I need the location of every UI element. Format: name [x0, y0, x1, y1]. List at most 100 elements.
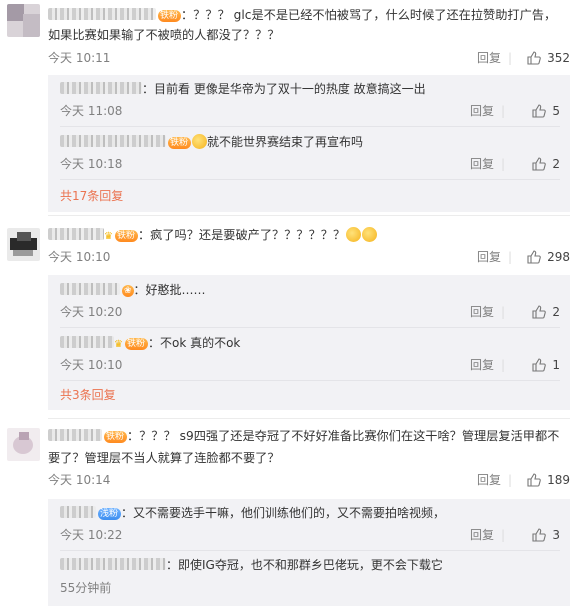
reply-meta: 今天 10:18 回复 | 2 [60, 155, 560, 173]
username[interactable] [60, 336, 114, 348]
reply-button[interactable]: 回复 [477, 49, 501, 67]
comment-separator [48, 215, 570, 216]
fan-badge: 浅粉 [98, 508, 122, 520]
reply-button[interactable]: 回复 [470, 303, 494, 321]
divider [60, 179, 560, 180]
timestamp: 55分钟前 [60, 581, 112, 595]
fan-badge: 铁粉 [158, 10, 182, 22]
comment-meta: 今天 10:11 回复 | 352 [48, 49, 570, 67]
timestamp: 今天 10:18 [60, 157, 123, 171]
fan-badge: 铁粉 [124, 338, 148, 350]
like-count: 5 [552, 104, 560, 118]
like-count: 352 [547, 51, 570, 65]
reply-meta: 今天 10:22 回复 | 3 [60, 526, 560, 544]
like-button[interactable]: 189 [527, 471, 570, 489]
like-count: 189 [547, 473, 570, 487]
divider [60, 550, 560, 551]
reply-button[interactable]: 回复 [470, 102, 494, 120]
reply-button[interactable]: 回复 [470, 356, 494, 374]
fan-badge: 铁粉 [104, 431, 128, 443]
fan-badge: 铁粉 [168, 137, 192, 149]
avatar[interactable] [7, 428, 40, 461]
avatar[interactable] [7, 4, 40, 37]
separator: | [507, 51, 512, 65]
like-count: 2 [552, 157, 560, 171]
emoji-icon [346, 227, 362, 242]
separator: | [500, 157, 505, 171]
username[interactable] [60, 283, 120, 295]
thumbs-up-icon [532, 358, 547, 372]
fan-badge: 铁粉 [114, 230, 138, 242]
reply-text: ❀ ：好憨批…… [60, 281, 560, 299]
comment: 铁粉：？？？ glc是不是已经不怕被骂了，什么时候了还在拉赞助打广告， 如果比赛… [0, 0, 578, 212]
username[interactable] [48, 228, 104, 240]
avatar[interactable] [7, 228, 40, 261]
comment-text-continued: 如果比赛如果输了不被喷的人都没了？？？ [48, 28, 280, 42]
reply-button[interactable]: 回复 [477, 248, 501, 266]
emoji-icon [362, 227, 378, 242]
thumbs-up-icon [532, 528, 547, 542]
comment-text: ♛ 铁粉 ：疯了吗？还是要破产了？？？？？？ [48, 226, 570, 246]
crown-icon: ♛ [114, 339, 123, 350]
username[interactable] [48, 8, 156, 20]
more-replies-link[interactable]: 共3条回复 [60, 386, 116, 404]
thumbs-up-icon [532, 104, 547, 118]
comment-separator [48, 418, 570, 419]
like-button[interactable]: 2 [532, 155, 560, 173]
like-button[interactable]: 298 [527, 248, 570, 266]
separator: | [500, 358, 505, 372]
fan-badge: ❀ [122, 285, 134, 297]
username[interactable] [60, 82, 142, 94]
comment-meta: 今天 10:10 回复 | 298 [48, 248, 570, 266]
like-button[interactable]: 352 [527, 49, 570, 67]
more-replies-link[interactable]: 共17条回复 [60, 187, 123, 205]
divider [60, 380, 560, 381]
username[interactable] [60, 558, 166, 570]
reply-list: 浅粉 ：又不需要选手干嘛，他们训练他们的，又不需要拍啥视频， 今天 10:22 回… [48, 499, 570, 606]
username[interactable] [60, 506, 96, 518]
reply-text: 铁粉 就不能世界赛结束了再宣布吗 [60, 133, 560, 151]
like-button[interactable]: 1 [532, 356, 560, 374]
timestamp: 今天 10:11 [48, 51, 111, 65]
like-button[interactable]: 5 [532, 102, 560, 120]
timestamp: 今天 11:08 [60, 104, 123, 118]
thumbs-up-icon [532, 157, 547, 171]
separator: | [500, 528, 505, 542]
comment: ♛ 铁粉 ：疯了吗？还是要破产了？？？？？？ 今天 10:10 回复 | 298 ❀… [0, 222, 578, 410]
like-button[interactable]: 3 [532, 526, 560, 544]
reply-button[interactable]: 回复 [470, 155, 494, 173]
username[interactable] [48, 429, 102, 441]
comment-text-continued: 要了？管理层不当人就算了连脸都不要了？ [48, 451, 280, 465]
username[interactable] [60, 135, 166, 147]
like-count: 3 [552, 528, 560, 542]
reply-text: ♛ 铁粉 ：不ok 真的不ok [60, 334, 560, 354]
divider [60, 126, 560, 127]
reply-text: 浅粉 ：又不需要选手干嘛，他们训练他们的，又不需要拍啥视频， [60, 504, 560, 522]
like-button[interactable]: 2 [532, 303, 560, 321]
separator: | [500, 305, 505, 319]
reply-meta: 今天 10:20 回复 | 2 [60, 303, 560, 321]
timestamp: 今天 10:10 [60, 358, 123, 372]
separator: | [507, 473, 512, 487]
comment-text: 铁粉：？？？ s9四强了还是夺冠了不好好准备比赛你们在这干啥？管理层复活甲都不 [48, 427, 570, 445]
thumbs-up-icon [527, 51, 541, 65]
separator: | [507, 250, 512, 264]
timestamp: 今天 10:22 [60, 528, 123, 542]
thumbs-up-icon [527, 473, 541, 487]
timestamp: 今天 10:14 [48, 473, 111, 487]
timestamp: 今天 10:20 [60, 305, 123, 319]
reply-button[interactable]: 回复 [470, 526, 494, 544]
timestamp: 今天 10:10 [48, 250, 111, 264]
like-count: 298 [547, 250, 570, 264]
emoji-icon [192, 134, 208, 149]
reply-text: ：目前看 更像是华帝为了双十一的热度 故意搞这一出 [60, 80, 560, 98]
reply-button[interactable]: 回复 [477, 471, 501, 489]
thumbs-up-icon [527, 250, 541, 264]
thumbs-up-icon [532, 305, 547, 319]
reply-meta: 今天 10:10 回复 | 1 [60, 356, 560, 374]
like-count: 1 [552, 358, 560, 372]
comment: 铁粉：？？？ s9四强了还是夺冠了不好好准备比赛你们在这干啥？管理层复活甲都不 … [0, 424, 578, 606]
separator: | [500, 104, 505, 118]
crown-icon: ♛ [104, 231, 113, 242]
like-count: 2 [552, 305, 560, 319]
